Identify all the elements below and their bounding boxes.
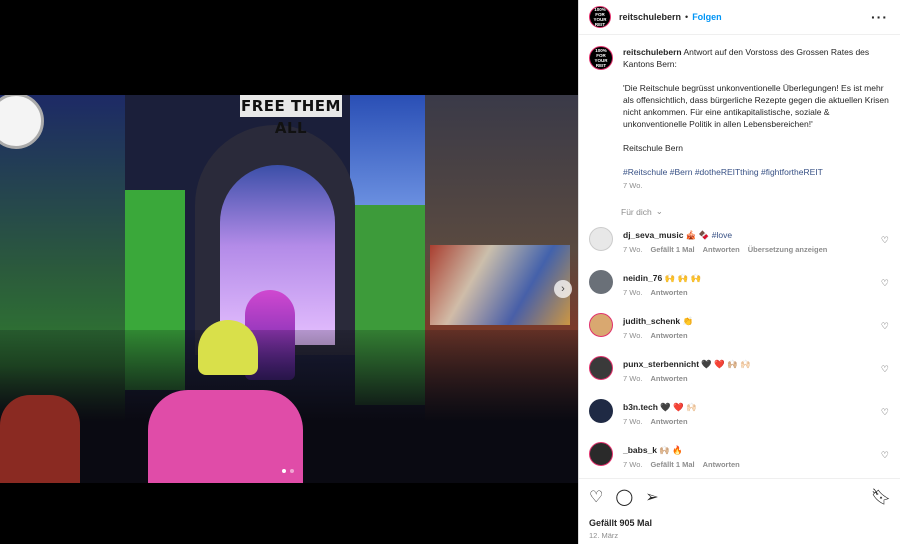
heart-icon[interactable]: ♡ [881,364,889,375]
bookmark-icon[interactable]: 🔖︎ [871,487,891,507]
comment-text: 🖤 ❤️ 🙌🏼 🙌🏻 [701,359,751,369]
caption-signature: Reitschule Bern [623,143,684,153]
comment-username[interactable]: b3n.tech [623,402,658,412]
post-actions: ♡ ◯ ➢ 🔖︎ Gefällt 905 Mal 12. März [579,478,900,540]
comment-avatar[interactable] [589,227,613,251]
caption-avatar[interactable]: 100% FOR YOUR REIT [589,46,613,70]
carousel-dot [290,469,294,473]
fur-dich-filter[interactable]: Für dich ⌄ [621,206,889,217]
comment-reply-button[interactable]: Antworten [650,373,687,385]
avatar-logo-text: 100% FOR YOUR REIT [594,48,608,68]
follow-button[interactable]: Folgen [692,12,722,22]
caption-body: reitschulebern Antwort auf den Vorstoss … [623,46,889,192]
comment-avatar[interactable] [589,442,613,466]
comment-likes[interactable]: Gefällt 1 Mal [650,459,694,471]
post-side-panel: 100% FOR YOUR REIT reitschulebern • Folg… [578,0,900,544]
comment-username[interactable]: judith_schenk [623,316,680,326]
photo-red-coat [0,395,80,483]
comment-username[interactable]: _babs_k [623,445,657,455]
comment-time: 7 Wo. [623,245,643,254]
post-caption: 100% FOR YOUR REIT reitschulebern Antwor… [589,46,889,192]
comment-item: _babs_k 🙌🏼 🔥 7 Wo. Gefällt 1 Mal Antwort… [589,442,889,476]
carousel-dot-active [282,469,286,473]
post-date: 12. März [589,531,619,540]
heart-icon[interactable]: ♡ [881,407,889,418]
comment-time: 7 Wo. [623,460,643,469]
carousel-dots [282,469,294,473]
comment-avatar[interactable] [589,270,613,294]
comment-avatar[interactable] [589,356,613,380]
heart-icon[interactable]: ♡ [881,278,889,289]
heart-icon[interactable]: ♡ [881,450,889,461]
post-header: 100% FOR YOUR REIT reitschulebern • Folg… [579,0,900,35]
fur-dich-label: Für dich [621,206,652,217]
header-username[interactable]: reitschulebern [619,12,681,22]
comment-username[interactable]: neidin_76 [623,273,662,283]
comment-username[interactable]: punx_sterbennicht [623,359,699,369]
post-media-area: FREE THEM ALL › [0,0,578,544]
caption-username[interactable]: reitschulebern [623,47,682,57]
comment-reply-button[interactable]: Antworten [650,287,687,299]
comment-time: 7 Wo. [623,331,643,340]
comments-list[interactable]: 100% FOR YOUR REIT reitschulebern Antwor… [579,46,900,476]
comment-reply-button[interactable]: Antworten [703,459,740,471]
comment-text: 🎪 🍫 [685,230,710,240]
avatar-logo-text: 100% FOR YOUR REIT [593,7,607,27]
comment-text: 🙌🏼 🔥 [659,445,683,455]
photo-banner: FREE THEM ALL [240,95,342,137]
heart-icon[interactable]: ♡ [589,487,603,507]
comment-reply-button[interactable]: Antworten [703,244,740,256]
comment-icon[interactable]: ◯ [615,487,633,507]
post-photo[interactable]: FREE THEM ALL [0,95,578,483]
comment-item: dj_seva_music 🎪 🍫 #love 7 Wo. Gefällt 1 … [589,227,889,270]
profile-avatar[interactable]: 100% FOR YOUR REIT [589,6,611,28]
comment-text: 🙌 🙌 🙌 [664,273,702,283]
header-separator: • [685,12,689,22]
comment-text: 🖤 ❤️ 🙌🏻 [660,402,697,412]
like-count[interactable]: Gefällt 905 Mal [589,518,891,528]
comment-reply-button[interactable]: Antworten [650,330,687,342]
comment-hashtag[interactable]: #love [712,230,732,240]
comment-item: neidin_76 🙌 🙌 🙌 7 Wo. Antworten ♡ [589,270,889,313]
more-icon[interactable]: ··· [871,9,888,25]
comment-item: b3n.tech 🖤 ❤️ 🙌🏻 7 Wo. Antworten ♡ [589,399,889,442]
comment-time: 7 Wo. [623,288,643,297]
comment-reply-button[interactable]: Antworten [650,416,687,428]
comment-item: punx_sterbennicht 🖤 ❤️ 🙌🏼 🙌🏻 7 Wo. Antwo… [589,356,889,399]
share-icon[interactable]: ➢ [645,487,658,507]
chevron-down-icon: ⌄ [655,206,663,216]
photo-yellow-hat [198,320,258,375]
carousel-next-button[interactable]: › [554,280,572,298]
caption-quote: 'Die Reitschule begrüsst unkonventionell… [623,83,889,129]
comment-likes[interactable]: Gefällt 1 Mal [650,244,694,256]
caption-hashtags[interactable]: #Reitschule #Bern #dotheREITthing #fight… [623,166,889,178]
photo-graffiti [430,245,570,325]
heart-icon[interactable]: ♡ [881,235,889,246]
caption-time: 7 Wo. [623,181,643,190]
comment-translate-button[interactable]: Übersetzung anzeigen [748,244,828,256]
photo-sky [350,95,430,205]
comment-text: 👏 [682,316,694,326]
comment-time: 7 Wo. [623,417,643,426]
comment-avatar[interactable] [589,399,613,423]
comment-username[interactable]: dj_seva_music [623,230,683,240]
comment-item: judith_schenk 👏 7 Wo. Antworten ♡ [589,313,889,356]
heart-icon[interactable]: ♡ [881,321,889,332]
photo-pink-coat [148,390,303,483]
action-icons: ♡ ◯ ➢ 🔖︎ [589,487,891,507]
comment-avatar[interactable] [589,313,613,337]
comment-time: 7 Wo. [623,374,643,383]
